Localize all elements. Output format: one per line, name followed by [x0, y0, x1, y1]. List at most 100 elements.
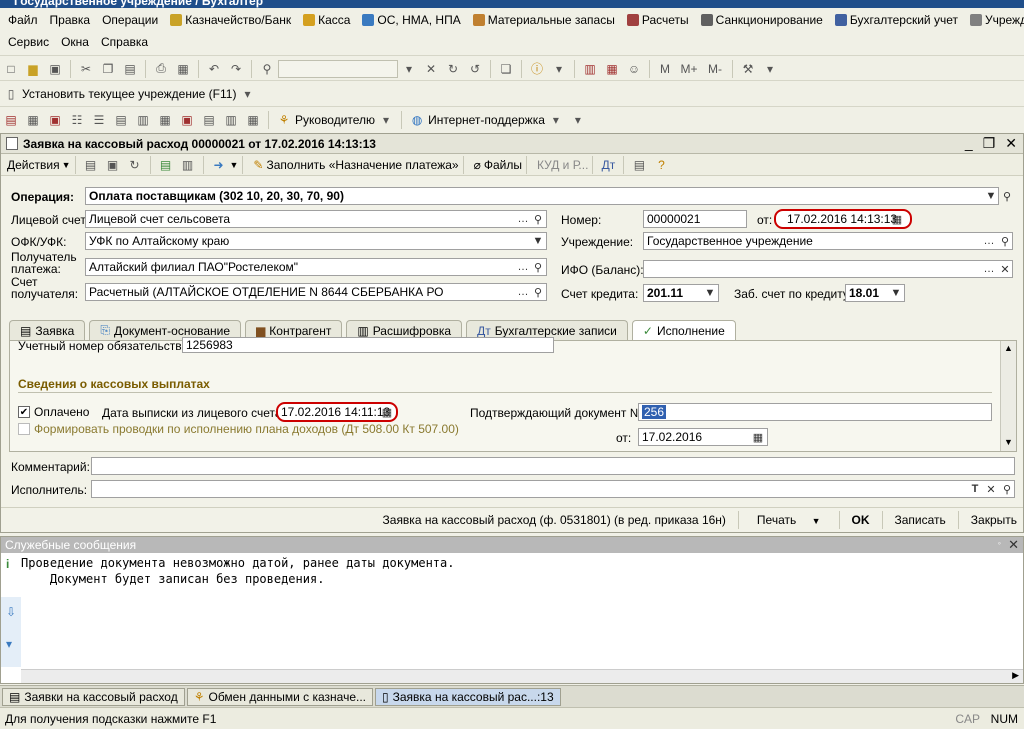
clear-icon[interactable]: ✕	[422, 60, 440, 78]
copy-icon[interactable]: ❐	[99, 60, 117, 78]
operation-field[interactable]: Оплата поставщикам (302 10, 20, 30, 70, …	[85, 187, 999, 205]
doc-tool-12-icon[interactable]: ▦	[244, 111, 262, 129]
menu-edit[interactable]: Правка	[50, 13, 91, 27]
doc-tool-7-icon[interactable]: ▥	[134, 111, 152, 129]
obligation-field[interactable]: 1256983	[182, 337, 554, 353]
search-input[interactable]	[278, 59, 398, 78]
undo-icon[interactable]: ↶	[205, 60, 223, 78]
chevron-down-icon[interactable]: ▾	[400, 60, 418, 78]
doc-tool-11-icon[interactable]: ▥	[222, 111, 240, 129]
doc-tool-4-icon[interactable]: ☷	[68, 111, 86, 129]
chevron-down-icon[interactable]: ▼	[888, 285, 904, 301]
go-icon[interactable]: ➜	[210, 156, 228, 174]
scroll-right-icon[interactable]: ▶	[1012, 670, 1019, 681]
delete-doc-icon[interactable]: ▥	[179, 156, 197, 174]
chevron-down-icon[interactable]: ▼	[702, 285, 718, 301]
doc-tool-9-icon[interactable]: ▣	[178, 111, 196, 129]
chevron-down-icon[interactable]: ▾	[238, 85, 256, 103]
report-icon[interactable]: ▤	[630, 156, 648, 174]
doc-tool-10-icon[interactable]: ▤	[200, 111, 218, 129]
chevron-down-icon[interactable]: ▾	[761, 60, 779, 78]
paste-icon[interactable]: ▤	[121, 60, 139, 78]
memory-minus-icon[interactable]: M-	[704, 60, 726, 78]
chevron-down-icon[interactable]: ▼	[230, 160, 239, 170]
doc-tool-5-icon[interactable]: ☰	[90, 111, 108, 129]
clear-icon[interactable]: ✕	[983, 481, 999, 497]
income-plan-checkbox[interactable]: Формировать проводки по исполнению плана…	[18, 422, 459, 436]
refresh-icon[interactable]: ↻	[126, 156, 144, 174]
menu-accounting[interactable]: Бухгалтерский учет	[834, 13, 958, 27]
panel-scrollbar[interactable]: ▲ ▼	[1000, 341, 1016, 451]
find-prev-icon[interactable]: ↺	[466, 60, 484, 78]
close-icon[interactable]: ✕	[1005, 135, 1017, 152]
payee-account-field[interactable]: Расчетный (АЛТАЙСКОЕ ОТДЕЛЕНИЕ N 8644 СБ…	[85, 283, 547, 301]
doc-tool-3-icon[interactable]: ▣	[46, 111, 64, 129]
task-current-request[interactable]: ▯ Заявка на кассовый рас...:13	[375, 687, 561, 706]
chevron-down-icon[interactable]: ▾	[547, 111, 565, 129]
close-icon[interactable]: ✕	[1008, 537, 1019, 553]
ellipsis-icon[interactable]: …	[515, 211, 531, 227]
search-icon[interactable]: ⚲	[530, 284, 546, 300]
ellipsis-icon[interactable]: …	[515, 284, 531, 300]
minimize-icon[interactable]: _	[965, 135, 973, 152]
menu-operations[interactable]: Операции	[102, 13, 158, 27]
ok-button[interactable]: OK	[852, 513, 870, 527]
ofk-field[interactable]: УФК по Алтайскому краю	[85, 232, 547, 250]
menu-inventory[interactable]: Материальные запасы	[472, 13, 615, 27]
calculator-icon[interactable]: ▥	[581, 60, 599, 78]
text-icon[interactable]: T	[967, 481, 983, 497]
calendar-icon[interactable]: ▦	[889, 211, 905, 227]
ellipsis-icon[interactable]: …	[981, 233, 997, 249]
chevron-down-icon[interactable]: ▾	[550, 60, 568, 78]
save-button[interactable]: Записать	[895, 513, 946, 527]
dt-kt-icon[interactable]: Дт	[599, 156, 617, 174]
redo-icon[interactable]: ↷	[227, 60, 245, 78]
tools-icon[interactable]: ⚒	[739, 60, 757, 78]
memory-m-icon[interactable]: M	[656, 60, 674, 78]
kud-button[interactable]: КУД и Р...	[537, 158, 588, 172]
search-icon[interactable]: ⚲	[999, 188, 1015, 204]
comment-field[interactable]	[91, 457, 1015, 475]
set-institution-button[interactable]: Установить текущее учреждение (F11)	[22, 87, 236, 101]
payee-field[interactable]: Алтайский филиал ПАО"Ростелеком"	[85, 258, 547, 276]
search-icon[interactable]: ⚲	[258, 60, 276, 78]
calendar-icon[interactable]: ▦	[379, 404, 395, 420]
task-data-exchange[interactable]: ⚘ Обмен данными с казначе...	[186, 687, 374, 706]
chevron-down-icon[interactable]: ▾	[377, 111, 395, 129]
new-document-icon[interactable]: □	[2, 60, 20, 78]
copy-doc-icon[interactable]: ▤	[157, 156, 175, 174]
doc-tool-1-icon[interactable]: ▤	[2, 111, 20, 129]
info-icon[interactable]: ⓘ	[528, 60, 546, 78]
search-icon[interactable]: ⚲	[997, 233, 1013, 249]
messages-hscrollbar[interactable]: ▶	[21, 669, 1023, 683]
chevron-down-icon[interactable]: ▾	[569, 111, 587, 129]
doc-tool-2-icon[interactable]: ▦	[24, 111, 42, 129]
chevron-down-icon[interactable]: ▾	[6, 637, 12, 651]
windows-icon[interactable]: ❏	[497, 60, 515, 78]
ifo-field[interactable]	[643, 260, 1013, 278]
menu-cash[interactable]: Касса	[303, 13, 350, 27]
preview-icon[interactable]: ▦	[174, 60, 192, 78]
tab-request[interactable]: ▤ Заявка	[9, 320, 86, 340]
menu-treasury[interactable]: Казначейство/Банк	[170, 13, 291, 27]
ellipsis-icon[interactable]: …	[981, 261, 997, 277]
save-icon[interactable]: ▣	[46, 60, 64, 78]
scroll-up-icon[interactable]: ▲	[1004, 343, 1013, 353]
pin-icon[interactable]: ◦	[998, 538, 1001, 548]
tab-execution[interactable]: ✓ Исполнение	[631, 320, 736, 340]
menu-institution[interactable]: Учреждение	[969, 13, 1024, 27]
find-next-icon[interactable]: ↻	[444, 60, 462, 78]
actions-menu[interactable]: Действия ▼	[7, 158, 71, 172]
chevron-down-icon[interactable]: ▼	[530, 233, 546, 249]
post-icon[interactable]: ▤	[82, 156, 100, 174]
print-form-link[interactable]: Заявка на кассовый расход (ф. 0531801) (…	[383, 513, 726, 527]
structure-icon[interactable]: ▣	[104, 156, 122, 174]
cut-icon[interactable]: ✂	[77, 60, 95, 78]
account-field[interactable]: Лицевой счет сельсовета	[85, 210, 547, 228]
memory-plus-icon[interactable]: M+	[678, 60, 700, 78]
open-folder-icon[interactable]: ▆	[24, 60, 42, 78]
calendar-icon[interactable]: ▦	[603, 60, 621, 78]
chevron-down-icon[interactable]: ▼	[983, 188, 999, 204]
number-field[interactable]: 00000021	[643, 210, 747, 228]
menu-file[interactable]: Файл	[8, 13, 38, 27]
